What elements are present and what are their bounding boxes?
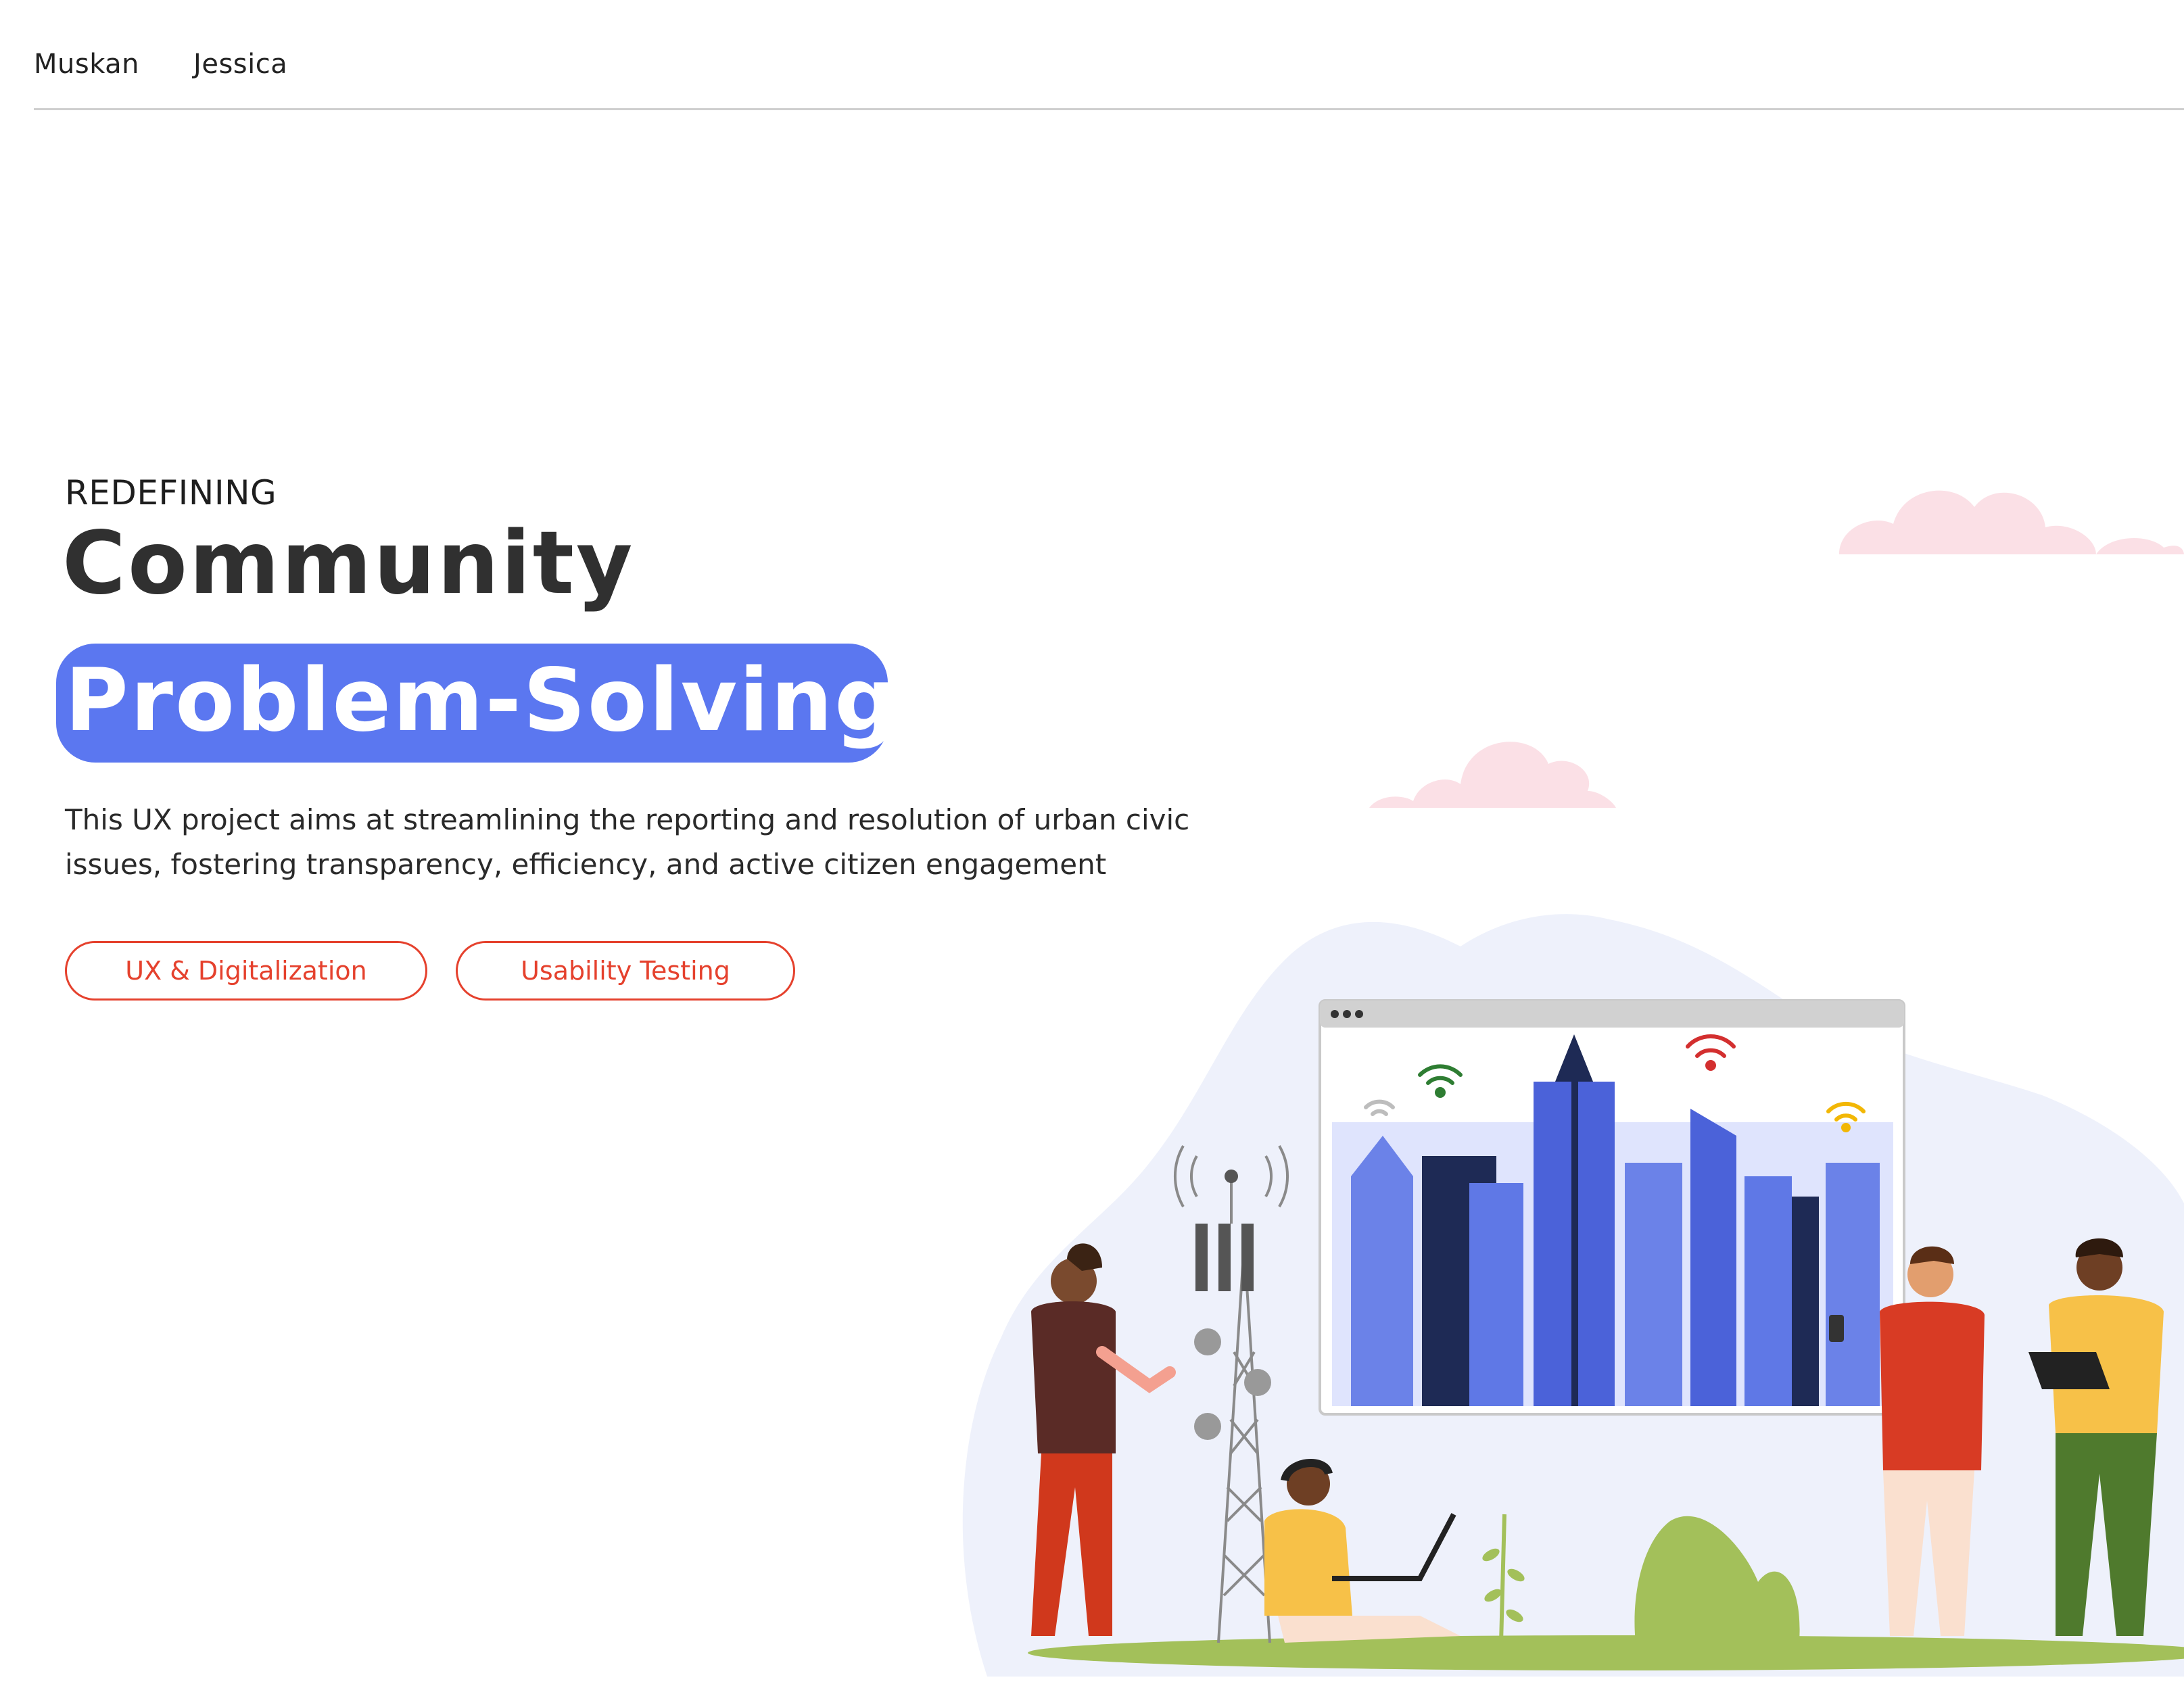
tag-ux-digitalization[interactable]: UX & Digitalization <box>65 941 427 1001</box>
hero-headline: Community <box>62 513 635 614</box>
nav-link-jessica[interactable]: Jessica <box>193 49 287 80</box>
tag-usability-testing[interactable]: Usability Testing <box>456 941 795 1001</box>
phone-icon <box>1829 1315 1844 1342</box>
laptop-icon <box>2028 1352 2110 1389</box>
nav-link-muskan[interactable]: Muskan <box>34 49 139 80</box>
nav-divider <box>34 108 2184 110</box>
hero-illustration <box>947 406 2184 1686</box>
hero-highlight-text: Problem-Solving <box>65 650 899 751</box>
cloud-icon <box>1839 490 2184 554</box>
hero-eyebrow: REDEFINING <box>65 473 277 512</box>
ground <box>1028 1635 2184 1670</box>
cloud-icon <box>1369 742 1616 808</box>
tag-list: UX & Digitalization Usability Testing <box>65 941 795 1001</box>
top-nav: Muskan Jessica <box>34 49 287 80</box>
